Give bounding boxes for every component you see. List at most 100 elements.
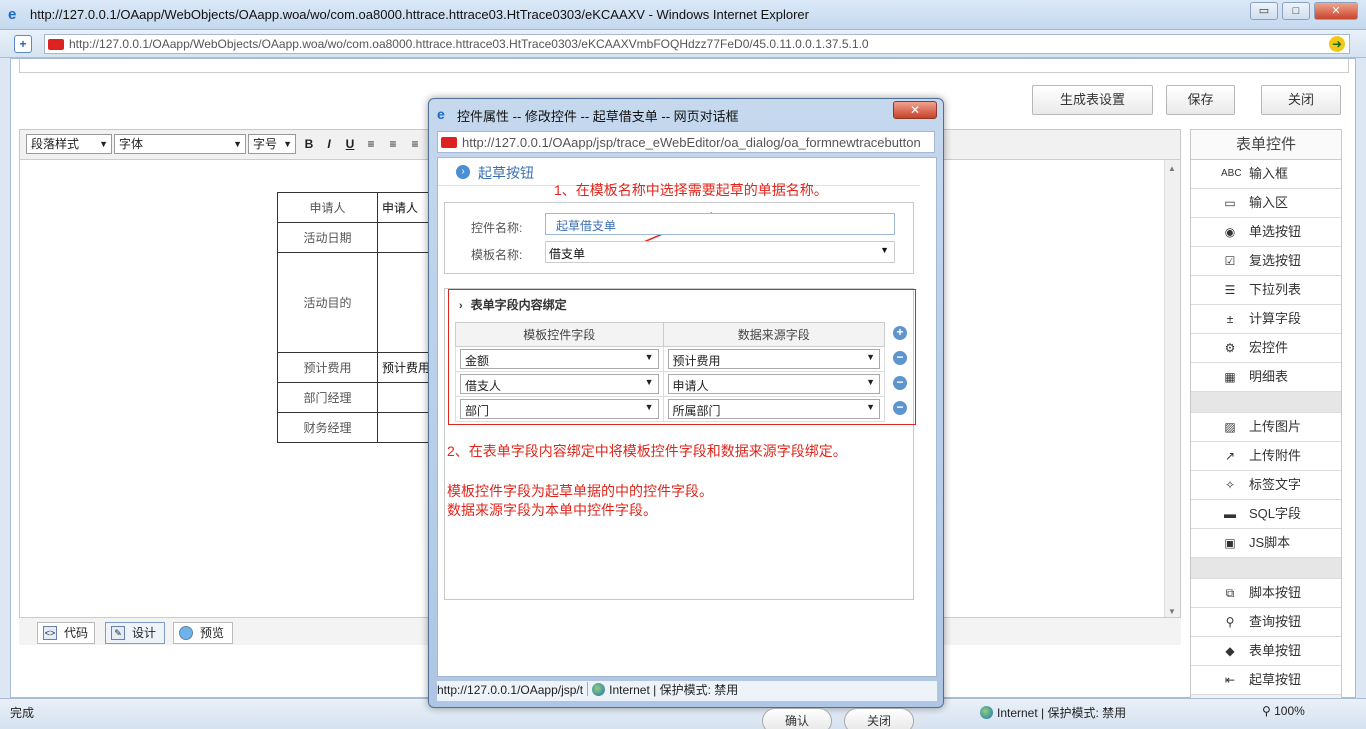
go-icon[interactable]: ➜ xyxy=(1329,36,1345,52)
table-row: 申请人 申请人 xyxy=(277,192,438,223)
control-label: 上传图片 xyxy=(1249,419,1302,434)
editor-scrollbar[interactable]: ▲ ▼ xyxy=(1164,160,1180,620)
control-label: 明细表 xyxy=(1249,369,1289,384)
generate-table-settings-button[interactable]: 生成表设置 xyxy=(1032,85,1153,115)
binding-title[interactable]: › 表单字段内容绑定 xyxy=(459,296,567,313)
table-row: 部门 ▼ 所属部门 ▼ xyxy=(455,396,886,422)
control-label: 起草按钮 xyxy=(1249,672,1302,687)
control-query-button[interactable]: ⚲ 查询按钮 xyxy=(1191,608,1341,637)
italic-icon[interactable]: I xyxy=(321,136,337,152)
control-input-box[interactable]: ABC 输入框 xyxy=(1191,160,1341,189)
template-name-select[interactable]: 借支单 ▼ xyxy=(545,241,895,263)
dialog-status-url: http://127.0.0.1/OAapp/jsp/t xyxy=(437,683,584,697)
dialog-cancel-button[interactable]: 关闭 xyxy=(844,708,914,729)
tab-preview-label: 预览 xyxy=(200,626,225,640)
control-label: 输入框 xyxy=(1249,166,1289,181)
image-icon: ▨ xyxy=(1224,420,1236,434)
template-field-select[interactable]: 借支人 ▼ xyxy=(460,374,659,394)
list-icon: ☰ xyxy=(1224,283,1236,297)
font-select[interactable]: 字体 ▼ xyxy=(114,134,246,154)
zone-text: Internet | 保护模式: 禁用 xyxy=(997,706,1127,720)
minimize-button[interactable]: ▭ xyxy=(1250,2,1278,20)
chevron-down-icon: ▼ xyxy=(233,139,242,149)
dialog-status-zone: Internet | 保护模式: 禁用 xyxy=(609,683,739,697)
control-calc-field[interactable]: ± 计算字段 xyxy=(1191,305,1341,334)
source-field-select[interactable]: 预计费用 ▼ xyxy=(667,349,880,369)
url-field[interactable]: http://127.0.0.1/OAapp/WebObjects/OAapp.… xyxy=(44,34,1350,54)
chevron-down-icon: ▼ xyxy=(644,402,654,412)
dialog-close-button[interactable]: ✕ xyxy=(893,101,937,119)
bold-icon[interactable]: B xyxy=(301,136,317,152)
row-label: 预计费用 xyxy=(277,352,378,383)
source-field-select[interactable]: 所属部门 ▼ xyxy=(667,399,880,419)
chevron-down-icon: ▼ xyxy=(866,352,875,362)
new-tab-icon[interactable]: + xyxy=(14,35,32,53)
align-left-icon[interactable]: ≡ xyxy=(363,136,379,152)
scroll-down-icon[interactable]: ▼ xyxy=(1168,607,1176,616)
binding-highlight: › 表单字段内容绑定 模板控件字段 数据来源字段 金额 ▼ 预计费用 ▼ 借支人 ▼ 申… xyxy=(448,289,916,425)
tab-code[interactable]: <> 代码 xyxy=(37,622,95,644)
control-draft-button[interactable]: ⇤ 起草按钮 xyxy=(1191,666,1341,695)
checkbox-icon: ☑ xyxy=(1224,254,1236,268)
control-label: 表单按钮 xyxy=(1249,643,1302,658)
binding-title-text: 表单字段内容绑定 xyxy=(470,298,567,312)
add-row-icon[interactable]: + xyxy=(893,326,907,340)
control-sql-field[interactable]: ▬ SQL字段 xyxy=(1191,500,1341,529)
control-label: 复选按钮 xyxy=(1249,253,1302,268)
control-detail-table[interactable]: ▦ 明细表 xyxy=(1191,363,1341,392)
remove-row-icon[interactable]: − xyxy=(893,351,907,365)
radio-icon: ◉ xyxy=(1224,225,1236,239)
table-row: 财务经理 xyxy=(277,412,438,443)
control-macro[interactable]: ⚙ 宏控件 xyxy=(1191,334,1341,363)
control-properties-dialog: e 控件属性 -- 修改控件 -- 起草借支单 -- 网页对话框 ✕ http:… xyxy=(428,98,944,729)
col-header-source-field: 数据来源字段 xyxy=(662,322,886,347)
source-field-select[interactable]: 申请人 ▼ xyxy=(667,374,880,394)
align-center-icon[interactable]: ≡ xyxy=(385,136,401,152)
chevron-down-icon: ▼ xyxy=(866,377,875,387)
template-name-label: 模板名称: xyxy=(471,248,523,262)
binding-box: › 表单字段内容绑定 模板控件字段 数据来源字段 金额 ▼ 预计费用 ▼ 借支人 ▼ 申… xyxy=(444,288,916,600)
font-size-select[interactable]: 字号 ▼ xyxy=(248,134,296,154)
globe-icon xyxy=(980,706,993,719)
maximize-button[interactable]: □ xyxy=(1282,2,1310,20)
control-checkbox[interactable]: ☑ 复选按钮 xyxy=(1191,247,1341,276)
globe-icon xyxy=(592,683,606,696)
close-window-button[interactable]: ✕ xyxy=(1314,2,1358,20)
control-form-button[interactable]: ◆ 表单按钮 xyxy=(1191,637,1341,666)
template-field-select[interactable]: 金额 ▼ xyxy=(460,349,659,369)
gear-icon: ⚙ xyxy=(1224,341,1236,355)
control-js-script[interactable]: ▣ JS脚本 xyxy=(1191,529,1341,558)
font-size-label: 字号 xyxy=(253,137,278,151)
font-label: 字体 xyxy=(119,137,144,151)
control-upload-image[interactable]: ▨ 上传图片 xyxy=(1191,413,1341,442)
control-upload-attachment[interactable]: ↗ 上传附件 xyxy=(1191,442,1341,471)
annotation-2: 2、在表单字段内容绑定中将模板控件字段和数据来源字段绑定。 xyxy=(447,443,847,459)
align-right-icon[interactable]: ≡ xyxy=(407,136,423,152)
source-field-value: 预计费用 xyxy=(672,354,721,368)
control-script-button[interactable]: ⧉ 脚本按钮 xyxy=(1191,579,1341,608)
zoom-level[interactable]: ⚲ 100% xyxy=(1262,704,1305,718)
url-text: http://127.0.0.1/OAapp/WebObjects/OAapp.… xyxy=(69,37,869,51)
dialog-status-bar: http://127.0.0.1/OAapp/jsp/t Internet | 保… xyxy=(437,681,937,701)
scroll-up-icon[interactable]: ▲ xyxy=(1168,164,1176,173)
remove-row-icon[interactable]: − xyxy=(893,401,907,415)
underline-icon[interactable]: U xyxy=(342,136,358,152)
control-dropdown[interactable]: ☰ 下拉列表 xyxy=(1191,276,1341,305)
template-field-select[interactable]: 部门 ▼ xyxy=(460,399,659,419)
chevron-right-icon: › xyxy=(456,165,470,179)
control-radio[interactable]: ◉ 单选按钮 xyxy=(1191,218,1341,247)
remove-row-icon[interactable]: − xyxy=(893,376,907,390)
control-name-input[interactable]: 起草借支单 xyxy=(545,213,895,235)
control-label: 下拉列表 xyxy=(1249,282,1302,297)
tab-preview[interactable]: 预览 xyxy=(173,622,233,644)
abc-icon: ABC xyxy=(1221,168,1242,179)
template-field-value: 部门 xyxy=(465,404,490,418)
save-button[interactable]: 保存 xyxy=(1166,85,1235,115)
close-button[interactable]: 关闭 xyxy=(1261,85,1341,115)
list-arrow-icon: ⇤ xyxy=(1224,673,1236,687)
control-label-text[interactable]: ✧ 标签文字 xyxy=(1191,471,1341,500)
confirm-button[interactable]: 确认 xyxy=(762,708,832,729)
control-textarea[interactable]: ▭ 输入区 xyxy=(1191,189,1341,218)
paragraph-style-select[interactable]: 段落样式 ▼ xyxy=(26,134,112,154)
tab-design[interactable]: ✎ 设计 xyxy=(105,622,165,644)
